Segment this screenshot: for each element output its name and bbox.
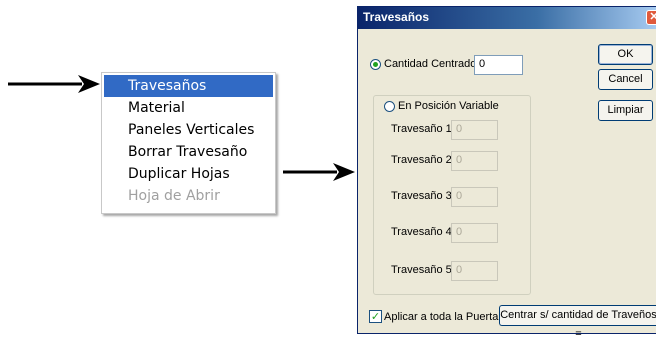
dialog-titlebar[interactable]: Travesaños ✕ bbox=[358, 7, 656, 29]
aplicar-toda-puerta-checkbox[interactable]: ✓ bbox=[369, 310, 382, 323]
menu-item-paneles-verticales[interactable]: Paneles Verticales bbox=[104, 119, 273, 141]
travesano-1-input: 0 bbox=[451, 120, 498, 140]
menu-item-borrar-travesano[interactable]: Borrar Travesaño bbox=[104, 141, 273, 163]
travesano-3-label: Travesaño 3 : bbox=[391, 190, 458, 202]
dialog-title: Travesaños bbox=[363, 10, 430, 24]
cantidad-centrados-input[interactable]: 0 bbox=[474, 55, 523, 75]
travesano-3-input: 0 bbox=[451, 187, 498, 207]
close-icon[interactable]: ✕ bbox=[646, 10, 656, 25]
arrow-to-menu-icon bbox=[8, 75, 100, 93]
travesanos-dialog: Travesaños ✕ Cantidad Centrados : 0 OK C… bbox=[357, 6, 656, 340]
centrar-cantidad-button[interactable]: Centrar s/ cantidad de Traveños = bbox=[499, 305, 656, 340]
arrow-to-dialog-icon bbox=[283, 163, 355, 181]
menu-item-material[interactable]: Material bbox=[104, 97, 273, 119]
clear-button[interactable]: Limpiar bbox=[598, 100, 653, 121]
aplicar-toda-puerta-label: Aplicar a toda la Puerta bbox=[384, 311, 499, 323]
menu-item-hoja-de-abrir: Hoja de Abrir bbox=[128, 188, 220, 204]
travesano-2-label: Travesaño 2 : bbox=[391, 154, 458, 166]
travesano-5-input: 0 bbox=[451, 261, 498, 281]
travesano-4-label: Travesaño 4 : bbox=[391, 226, 458, 238]
cancel-button[interactable]: Cancel bbox=[598, 69, 653, 90]
menu-item-travesanos[interactable]: Travesaños bbox=[104, 75, 273, 97]
context-menu: Travesaños Material Paneles Verticales B… bbox=[101, 72, 276, 214]
cantidad-centrados-label: Cantidad Centrados : bbox=[384, 58, 488, 70]
travesano-1-label: Travesaño 1 : bbox=[391, 123, 458, 135]
menu-item-duplicar-hojas[interactable]: Duplicar Hojas bbox=[104, 163, 273, 185]
travesano-2-input: 0 bbox=[451, 151, 498, 171]
posicion-variable-label: En Posición Variable bbox=[398, 100, 499, 112]
travesano-4-input: 0 bbox=[451, 223, 498, 243]
ok-button[interactable]: OK bbox=[598, 44, 653, 65]
travesano-5-label: Travesaño 5 : bbox=[391, 264, 458, 276]
posicion-variable-radio[interactable] bbox=[384, 101, 395, 112]
cantidad-centrados-radio[interactable] bbox=[370, 59, 381, 70]
